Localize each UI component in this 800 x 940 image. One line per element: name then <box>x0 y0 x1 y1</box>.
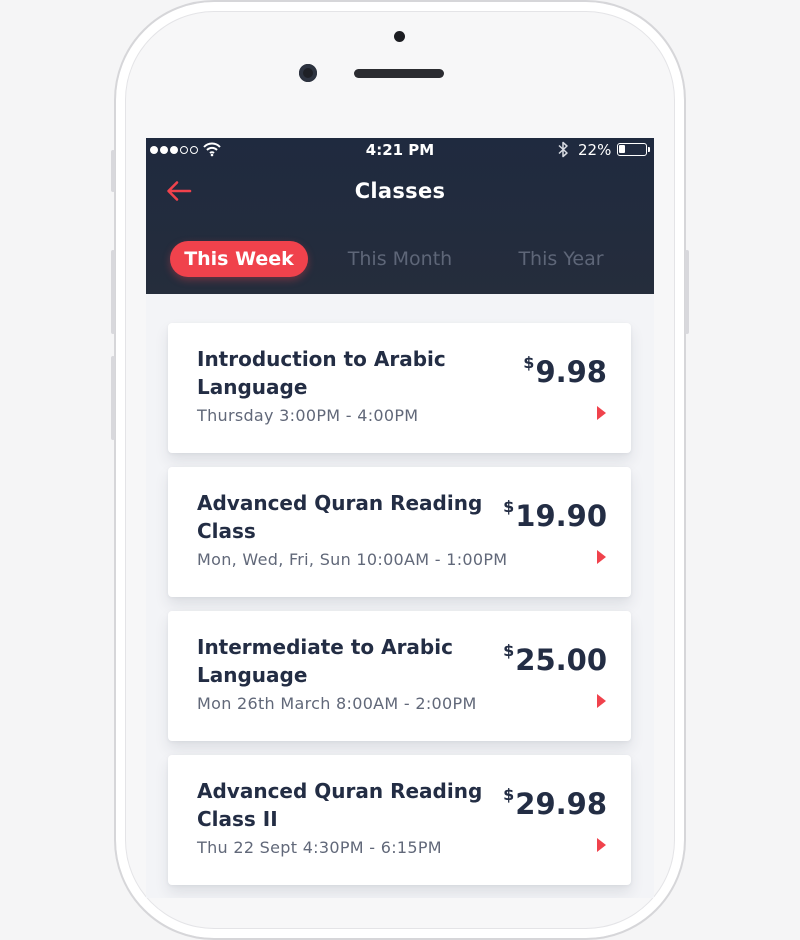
price-value: 29.98 <box>515 787 607 821</box>
class-title: Introduction to Arabic Language <box>197 347 446 399</box>
class-title: Advanced Quran Reading Class <box>197 491 483 543</box>
currency-symbol: $ <box>503 641 515 660</box>
class-schedule: Mon, Wed, Fri, Sun 10:00AM - 1:00PM <box>197 550 508 569</box>
proximity-sensor <box>394 31 405 42</box>
earpiece-speaker <box>354 69 444 78</box>
chevron-right-icon[interactable] <box>597 406 606 420</box>
status-bar: 4:21 PM 22% <box>146 138 654 162</box>
currency-symbol: $ <box>503 785 515 804</box>
power-button <box>685 250 689 334</box>
app-screen: 4:21 PM 22% Classes This Week This Month… <box>146 138 654 898</box>
chevron-right-icon[interactable] <box>597 838 606 852</box>
class-title: Intermediate to Arabic Language <box>197 635 453 687</box>
class-price: $19.90 <box>503 489 607 534</box>
page-title: Classes <box>354 179 446 203</box>
tab-this-year[interactable]: This Year <box>492 241 630 277</box>
currency-symbol: $ <box>523 353 535 372</box>
class-card[interactable]: Advanced Quran Reading Class II Thu 22 S… <box>168 755 631 885</box>
bluetooth-icon <box>558 141 568 158</box>
battery-icon <box>617 143 650 156</box>
battery-percentage: 22% <box>578 141 612 159</box>
chevron-right-icon[interactable] <box>597 694 606 708</box>
tab-this-month[interactable]: This Month <box>332 241 468 277</box>
currency-symbol: $ <box>503 497 515 516</box>
class-schedule: Thursday 3:00PM - 4:00PM <box>197 406 419 425</box>
class-price: $25.00 <box>503 633 607 678</box>
class-card[interactable]: Introduction to Arabic Language Thursday… <box>168 323 631 453</box>
class-card[interactable]: Intermediate to Arabic Language Mon 26th… <box>168 611 631 741</box>
price-value: 19.90 <box>515 499 607 533</box>
class-price: $29.98 <box>503 777 607 822</box>
class-card[interactable]: Advanced Quran Reading Class Mon, Wed, F… <box>168 467 631 597</box>
volume-up-button <box>111 250 115 334</box>
volume-down-button <box>111 356 115 440</box>
class-title: Advanced Quran Reading Class II <box>197 779 483 831</box>
mute-switch <box>111 150 115 192</box>
chevron-right-icon[interactable] <box>597 550 606 564</box>
tab-this-week[interactable]: This Week <box>170 241 308 277</box>
front-camera <box>299 64 317 82</box>
app-header: 4:21 PM 22% Classes This Week This Month… <box>146 138 654 294</box>
price-value: 9.98 <box>535 355 607 389</box>
class-schedule: Mon 26th March 8:00AM - 2:00PM <box>197 694 477 713</box>
class-schedule: Thu 22 Sept 4:30PM - 6:15PM <box>197 838 442 857</box>
class-price: $9.98 <box>523 345 607 390</box>
price-value: 25.00 <box>515 643 607 677</box>
